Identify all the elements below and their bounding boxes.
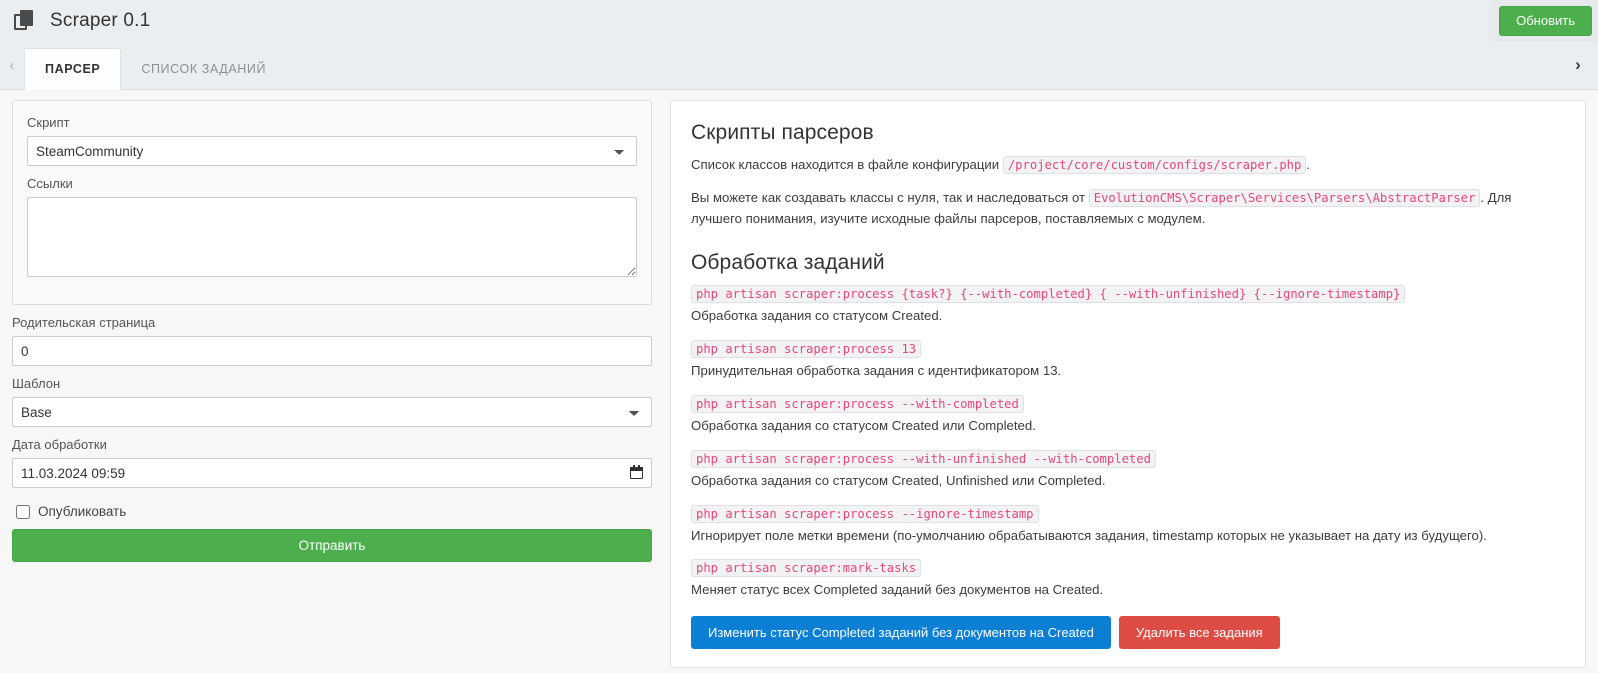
docs-p1-after: . — [1306, 157, 1311, 172]
process-date-field: Дата обработки — [12, 437, 652, 488]
command-description: Обработка задания со статусом Created ил… — [691, 417, 1036, 433]
publish-label: Опубликовать — [38, 504, 127, 519]
parser-form: Скрипт SteamCommunity Ссылки Родительска… — [12, 100, 652, 562]
script-select[interactable]: SteamCommunity — [27, 136, 637, 166]
command-description: Обработка задания со статусом Created. — [691, 308, 943, 324]
docs-p1-before: Список классов находится в файле конфигу… — [691, 157, 1000, 172]
docs-p2-before: Вы можете как создавать классы с нуля, т… — [691, 190, 1086, 206]
parent-page-field: Родительская страница — [12, 315, 652, 366]
app-header: Scraper 0.1 Обновить — [0, 0, 1598, 42]
links-textarea[interactable] — [27, 197, 637, 277]
publish-checkbox[interactable] — [16, 504, 30, 519]
command-block: php artisan scraper:mark-tasks Меняет ст… — [691, 559, 1565, 600]
documents-icon — [14, 10, 36, 32]
tab-parser[interactable]: ПАРСЕР — [24, 48, 122, 90]
submit-button[interactable]: Отправить — [12, 529, 652, 562]
process-date-label: Дата обработки — [12, 437, 107, 452]
command-line: php artisan scraper:process --with-unfin… — [691, 449, 1565, 468]
mark-tasks-button[interactable]: Изменить статус Completed заданий без до… — [691, 616, 1111, 650]
docs-paragraph-inherit: Вы можете как создавать классы с нуля, т… — [691, 188, 1565, 229]
command-block: php artisan scraper:process --with-compl… — [691, 394, 1565, 436]
command-code: php artisan scraper:process --with-compl… — [691, 394, 1024, 413]
command-block: php artisan scraper:process {task?} {--w… — [691, 285, 1565, 326]
command-description: Меняет статус всех Completed заданий без… — [691, 582, 1104, 598]
template-field: Шаблон Base — [12, 376, 652, 427]
docs-actions: Изменить статус Completed заданий без до… — [691, 616, 1565, 650]
delete-all-tasks-button[interactable]: Удалить все задания — [1118, 616, 1280, 650]
command-line: php artisan scraper:process 13 — [691, 340, 1565, 359]
command-line: php artisan scraper:process {task?} {--w… — [691, 285, 1565, 304]
command-line: php artisan scraper:process --ignore-tim… — [691, 504, 1565, 523]
docs-panel: Скрипты парсеров Список классов находитс… — [670, 100, 1586, 669]
command-line: php artisan scraper:mark-tasks — [691, 559, 1565, 578]
publish-checkbox-row[interactable]: Опубликовать — [16, 504, 652, 519]
script-label: Скрипт — [27, 115, 70, 130]
page-body: Скрипт SteamCommunity Ссылки Родительска… — [0, 90, 1598, 672]
command-description: Принудительная обработка задания с идент… — [691, 363, 1062, 379]
docs-section-title-scripts: Скрипты парсеров — [691, 121, 874, 144]
parent-page-label: Родительская страница — [12, 315, 156, 330]
script-links-group: Скрипт SteamCommunity Ссылки — [12, 100, 652, 305]
command-block: php artisan scraper:process 13 Принудите… — [691, 340, 1565, 381]
links-label: Ссылки — [27, 176, 73, 191]
command-code: php artisan scraper:process 13 — [691, 340, 922, 359]
tab-task-list[interactable]: СПИСОК ЗАДАНИЙ — [121, 49, 286, 89]
command-description: Обработка задания со статусом Created, U… — [691, 472, 1106, 488]
script-field: Скрипт SteamCommunity — [27, 115, 637, 166]
chevron-right-icon[interactable]: › — [1566, 41, 1590, 89]
parent-page-input[interactable] — [12, 336, 652, 366]
docs-p1-code: /project/core/custom/configs/scraper.php — [1002, 156, 1307, 174]
page-title: Scraper 0.1 — [50, 10, 151, 31]
template-label: Шаблон — [12, 376, 61, 391]
docs-p2-code: EvolutionCMS\Scraper\Services\Parsers\Ab… — [1088, 189, 1481, 208]
chevron-left-icon[interactable]: ‹ — [0, 41, 24, 89]
docs-section-title-tasks: Обработка заданий — [691, 251, 885, 275]
command-code: php artisan scraper:process --with-unfin… — [691, 449, 1156, 468]
command-line: php artisan scraper:process --with-compl… — [691, 394, 1565, 413]
tab-bar: ‹ ПАРСЕР СПИСОК ЗАДАНИЙ › — [0, 42, 1598, 90]
command-block: php artisan scraper:process --ignore-tim… — [691, 504, 1565, 546]
command-code: php artisan scraper:process --ignore-tim… — [691, 504, 1039, 523]
refresh-button[interactable]: Обновить — [1499, 6, 1592, 36]
process-date-input[interactable] — [12, 458, 652, 488]
process-date-wrapper — [12, 458, 652, 488]
command-description: Игнорирует поле метки времени (по-умолча… — [691, 527, 1487, 543]
command-code: php artisan scraper:mark-tasks — [691, 559, 922, 578]
template-select[interactable]: Base — [12, 397, 652, 427]
links-field: Ссылки — [27, 176, 637, 282]
docs-paragraph-config: Список классов находится в файле конфигу… — [691, 155, 1565, 175]
command-block: php artisan scraper:process --with-unfin… — [691, 449, 1565, 491]
header-actions: Обновить — [1489, 0, 1598, 42]
command-code: php artisan scraper:process {task?} {--w… — [691, 285, 1406, 304]
